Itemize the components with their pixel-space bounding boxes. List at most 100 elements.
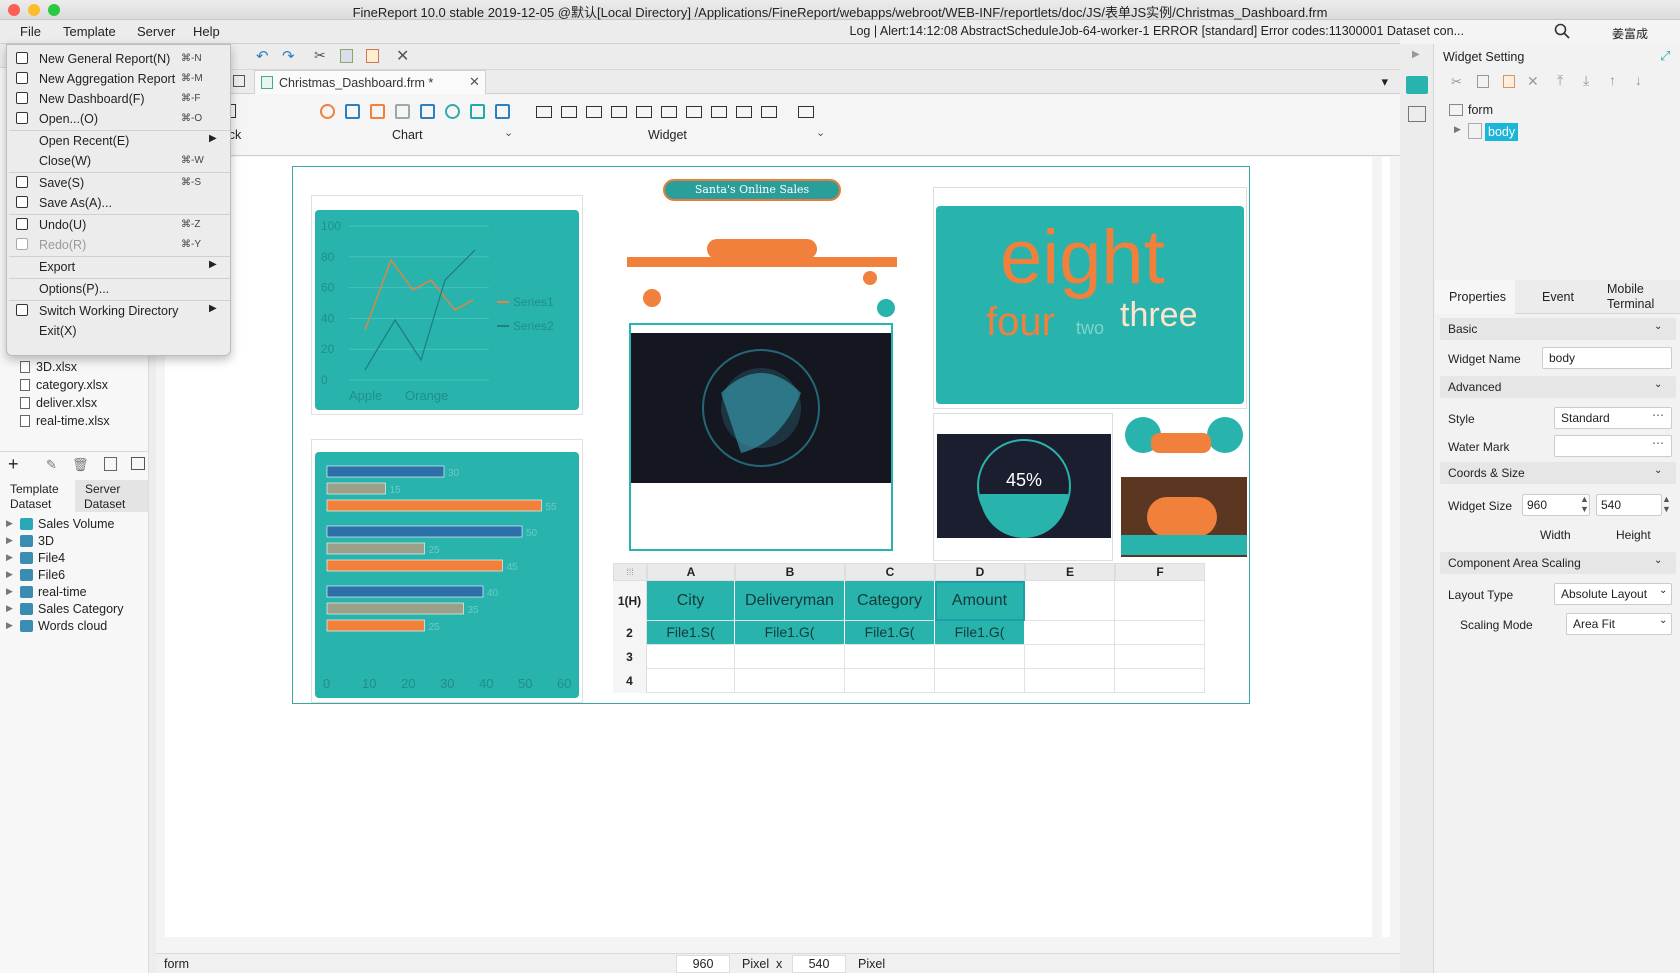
dataset-settings-icon[interactable] xyxy=(131,457,145,470)
section-basic[interactable]: Basic ⌄ xyxy=(1440,318,1676,340)
column-header[interactable]: B xyxy=(735,563,845,581)
file-item[interactable]: 3D.xlsx xyxy=(20,360,77,374)
move-top-icon[interactable]: ⤒ xyxy=(1557,72,1563,89)
alert-log-link[interactable]: Log | Alert:14:12:08 AbstractScheduleJob… xyxy=(850,24,1464,38)
data-cell[interactable]: File1.G( xyxy=(735,621,845,645)
menu-template[interactable]: Template xyxy=(63,24,116,39)
label-widget-icon[interactable] xyxy=(561,106,577,118)
menu-item-save-as-a[interactable]: Save As(A)... xyxy=(7,193,232,214)
section-advanced[interactable]: Advanced ⌄ xyxy=(1440,376,1676,398)
dataset-item[interactable]: ▶ real-time xyxy=(0,585,148,601)
menu-item-new-dashboard-f[interactable]: New Dashboard(F) ⌘-F xyxy=(7,89,232,110)
tab-template-dataset[interactable]: Template Dataset xyxy=(0,480,73,512)
radar-chart-icon[interactable] xyxy=(470,104,485,119)
menu-item-redo-r[interactable]: Redo(R) ⌘-Y xyxy=(7,235,232,256)
layout-type-select[interactable]: Absolute Layout xyxy=(1554,583,1672,605)
column-header[interactable]: C xyxy=(845,563,935,581)
data-cell[interactable]: File1.S( xyxy=(647,621,735,645)
grid-cell[interactable] xyxy=(647,645,735,669)
grid-cell[interactable] xyxy=(935,669,1025,693)
template-grid-icon[interactable] xyxy=(233,75,245,87)
expand-arrow-icon[interactable]: ▶ xyxy=(6,535,13,546)
grid-cell[interactable] xyxy=(647,669,735,693)
column-header[interactable]: D xyxy=(935,563,1025,581)
header-cell[interactable]: City xyxy=(647,581,735,621)
grid-cell[interactable] xyxy=(735,645,845,669)
section-area-scaling[interactable]: Component Area Scaling ⌄ xyxy=(1440,552,1676,574)
tree-widget-icon[interactable] xyxy=(761,106,777,118)
report-grid[interactable]: ⁞⁞⁞ A B C D E F 1(H) City Deliveryman Category Amou… xyxy=(613,563,1249,703)
grid-cell[interactable] xyxy=(1115,669,1205,693)
grid-corner[interactable]: ⁞⁞⁞ xyxy=(613,563,647,581)
preview-icon[interactable] xyxy=(104,457,117,471)
grid-cell[interactable] xyxy=(1115,645,1205,669)
height-stepper[interactable]: ▲ ▼ xyxy=(1662,494,1671,514)
column-header[interactable]: F xyxy=(1115,563,1205,581)
number-widget-icon[interactable] xyxy=(686,106,702,118)
cut-icon[interactable]: ✂ xyxy=(1451,74,1462,90)
more-options-icon[interactable]: ⋯ xyxy=(1652,436,1664,450)
tree-node-body[interactable]: body xyxy=(1485,123,1519,141)
menu-server[interactable]: Server xyxy=(137,24,175,39)
expand-arrow-icon[interactable]: ▶ xyxy=(6,603,13,614)
chevron-down-icon[interactable]: ⌄ xyxy=(504,126,513,139)
user-name[interactable]: 姜富成 xyxy=(1612,25,1648,42)
row-header[interactable]: 3 xyxy=(613,645,647,669)
move-up-icon[interactable]: ↑ xyxy=(1609,72,1616,88)
widget-setting-icon[interactable] xyxy=(1406,76,1428,94)
move-bottom-icon[interactable]: ⤓ xyxy=(1583,72,1589,89)
tab-event[interactable]: Event xyxy=(1542,290,1574,304)
close-tab-icon[interactable]: ✕ xyxy=(469,74,480,90)
row-header[interactable]: 4 xyxy=(613,669,647,693)
pin-icon[interactable]: ▾ xyxy=(1381,74,1388,90)
menu-item-open-recent-e[interactable]: Open Recent(E) ▶ xyxy=(7,131,232,152)
delete-icon[interactable]: ✕ xyxy=(1527,73,1539,90)
menu-item-export[interactable]: Export ▶ xyxy=(7,257,232,278)
gauge-chart-icon[interactable] xyxy=(445,104,460,119)
panel-splitter[interactable] xyxy=(0,444,156,452)
search-icon[interactable] xyxy=(1554,23,1570,42)
section-coords-size[interactable]: Coords & Size ⌄ xyxy=(1440,462,1676,484)
grid-cell[interactable] xyxy=(1115,581,1205,621)
grid-cell[interactable] xyxy=(1025,645,1115,669)
move-down-icon[interactable]: ↓ xyxy=(1635,72,1642,88)
vertical-scrollbar[interactable] xyxy=(1372,157,1382,937)
dataset-item[interactable]: ▶ Sales Volume xyxy=(0,517,148,533)
column-header[interactable]: E xyxy=(1025,563,1115,581)
more-options-icon[interactable]: ⋯ xyxy=(1652,408,1664,422)
menu-item-new-general-report-n[interactable]: New General Report(N) ⌘-N xyxy=(7,49,232,70)
date-widget-icon[interactable] xyxy=(661,106,677,118)
dataset-item[interactable]: ▶ File6 xyxy=(0,568,148,584)
widget-name-input[interactable]: body xyxy=(1542,347,1672,369)
grid-cell[interactable] xyxy=(845,645,935,669)
globe-widget[interactable] xyxy=(629,323,893,551)
tab-mobile-terminal[interactable]: Mobile xyxy=(1607,282,1644,296)
pie-chart-icon[interactable] xyxy=(320,104,335,119)
paste-icon[interactable] xyxy=(366,49,379,63)
add-dataset-icon[interactable]: + xyxy=(8,454,19,475)
grid-cell[interactable] xyxy=(1115,621,1205,645)
collapse-arrow-icon[interactable]: ▶ xyxy=(1412,49,1420,60)
undo-icon[interactable]: ↶ xyxy=(256,47,269,65)
grid-cell[interactable] xyxy=(1025,621,1115,645)
menu-item-close-w[interactable]: Close(W) ⌘-W xyxy=(7,151,232,172)
bar-chart-widget[interactable]: 30 15 55 50 25 45 40 35 25 0 10 20 30 40 50 60 xyxy=(311,439,583,703)
menu-item-open-o[interactable]: Open...(O) ⌘-O xyxy=(7,109,232,130)
expand-arrow-icon[interactable]: ▶ xyxy=(6,620,13,631)
menu-file[interactable]: File xyxy=(20,24,41,39)
delete-icon[interactable]: ✕ xyxy=(396,46,409,66)
header-cell[interactable]: Deliveryman xyxy=(735,581,845,621)
tab-server-dataset[interactable]: Server Dataset xyxy=(75,480,148,512)
height-input[interactable]: 540 xyxy=(1596,494,1662,516)
dataset-item[interactable]: ▶ Words cloud xyxy=(0,619,148,635)
dashboard-form[interactable]: 100 80 60 40 20 0 Apple Orange Series1 Series2 Sa… xyxy=(292,166,1250,704)
delete-icon[interactable]: 🗑 xyxy=(72,457,89,473)
chevron-down-icon[interactable]: ⌄ xyxy=(816,126,825,139)
gauge-widget[interactable]: 45% xyxy=(933,413,1113,561)
grid-cell[interactable] xyxy=(1025,581,1115,621)
textbox-widget-icon[interactable] xyxy=(586,106,602,118)
component-library-icon[interactable] xyxy=(1408,106,1426,122)
file-item[interactable]: category.xlsx xyxy=(20,378,108,392)
bar-chart-icon[interactable] xyxy=(345,104,360,119)
grid-cell[interactable] xyxy=(1025,669,1115,693)
